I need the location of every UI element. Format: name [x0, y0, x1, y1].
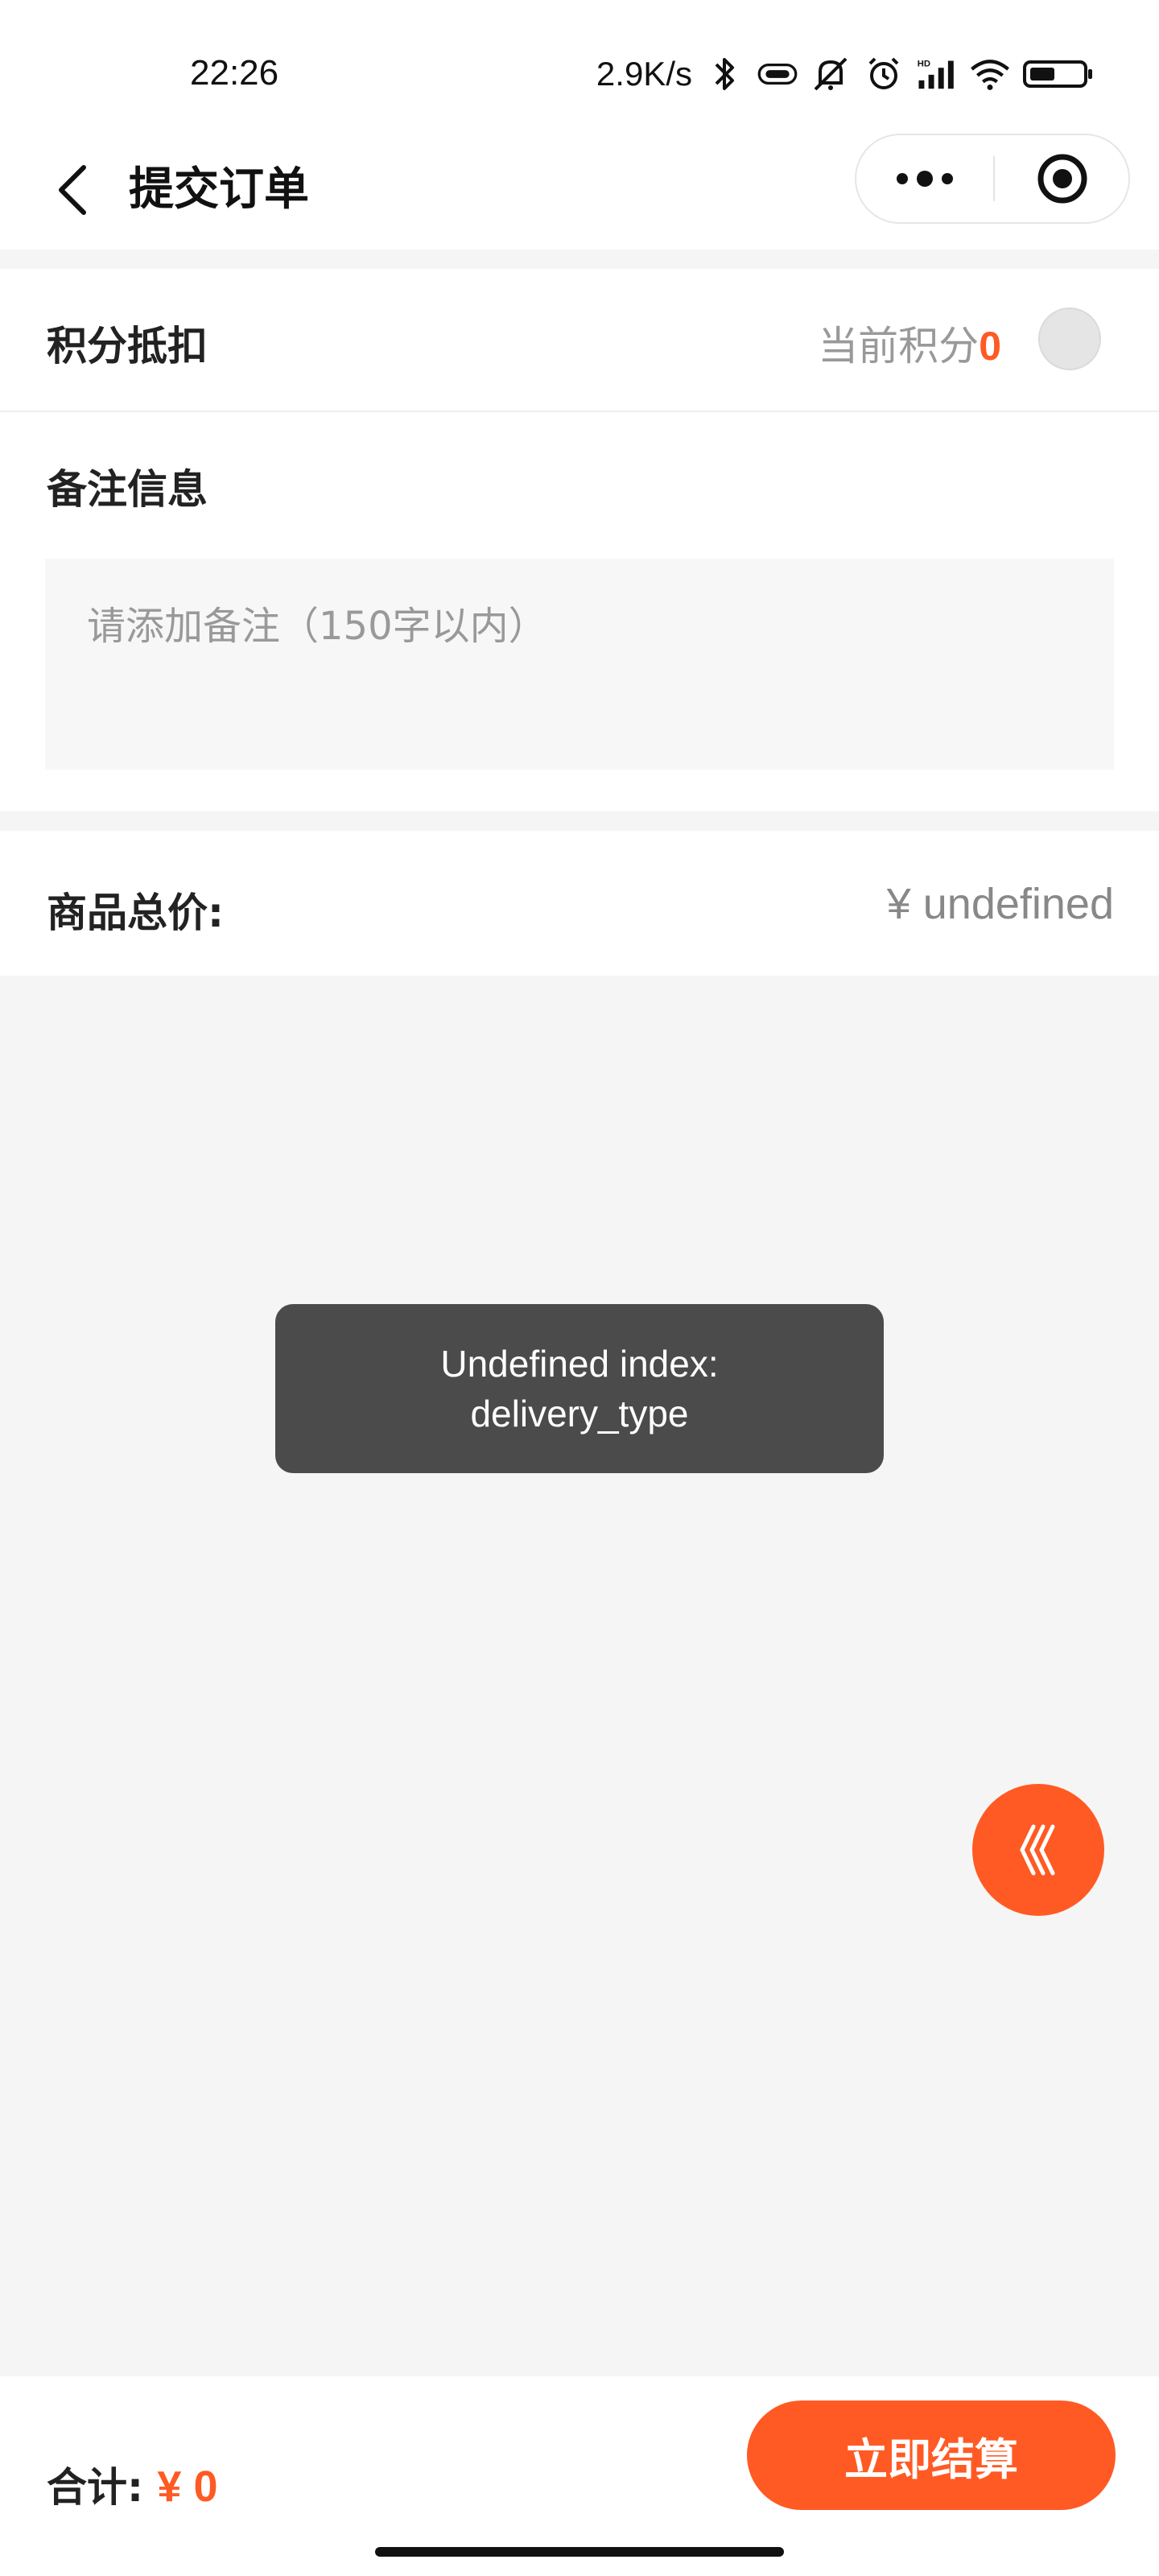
points-toggle[interactable] [1038, 308, 1101, 370]
checkout-button[interactable]: 立即结算 [747, 2401, 1116, 2510]
status-icons: 2.9K/s HD [596, 53, 1095, 95]
mini-program-capsule [855, 134, 1130, 224]
home-indicator [375, 2547, 784, 2557]
current-points: 当前积分0 [818, 314, 1001, 372]
order-total: 合计: ¥ 0 [47, 2455, 218, 2513]
navigation-bar: 提交订单 [0, 129, 1159, 250]
remark-input[interactable] [45, 559, 1114, 770]
chevron-left-icon [59, 165, 86, 215]
back-button[interactable] [40, 158, 105, 222]
triple-chevron-left-icon [1020, 1824, 1055, 1876]
bottom-checkout-bar: 合计: ¥ 0 立即结算 [0, 2376, 1159, 2576]
toast-line-2: delivery_type [470, 1393, 689, 1435]
page-title: 提交订单 [129, 163, 309, 216]
mute-icon [810, 53, 852, 95]
more-dots-icon [897, 171, 953, 187]
signal-hd-label: HD [918, 59, 930, 68]
more-button[interactable] [856, 135, 993, 222]
bluetooth-icon [703, 53, 745, 95]
remark-label: 备注信息 [47, 466, 208, 513]
target-icon [1037, 154, 1087, 204]
floating-menu-button[interactable] [972, 1784, 1104, 1916]
alarm-icon [863, 53, 905, 95]
error-toast: Undefined index: delivery_type [275, 1304, 884, 1473]
signal-icon: HD [916, 53, 958, 95]
goods-total-row: 商品总价: ¥ undefined [0, 831, 1159, 976]
toast-line-1: Undefined index: [440, 1343, 719, 1385]
screen: 22:26 2.9K/s HD 提交订单 积分抵扣 当前积分0 备注信息 请添加… [0, 0, 1159, 2576]
section-gap [0, 811, 1159, 831]
close-mini-program-button[interactable] [995, 135, 1130, 222]
order-total-amount: ¥ 0 [157, 2462, 218, 2511]
status-time: 22:26 [190, 53, 279, 93]
battery-icon [1022, 53, 1095, 95]
points-deduction-label: 积分抵扣 [47, 323, 208, 369]
status-bar: 22:26 2.9K/s HD [0, 0, 1159, 129]
order-total-label: 合计: [47, 2464, 143, 2511]
vibrate-icon [757, 53, 798, 95]
goods-total-value: ¥ undefined [886, 880, 1114, 928]
remark-section: 备注信息 [0, 412, 1159, 811]
points-deduction-row: 积分抵扣 当前积分0 [0, 269, 1159, 412]
network-speed: 2.9K/s [596, 55, 692, 93]
current-points-value: 0 [979, 324, 1001, 369]
current-points-label: 当前积分 [818, 323, 980, 369]
section-gap [0, 250, 1159, 269]
goods-total-label: 商品总价: [47, 890, 224, 936]
wifi-icon [969, 53, 1011, 95]
